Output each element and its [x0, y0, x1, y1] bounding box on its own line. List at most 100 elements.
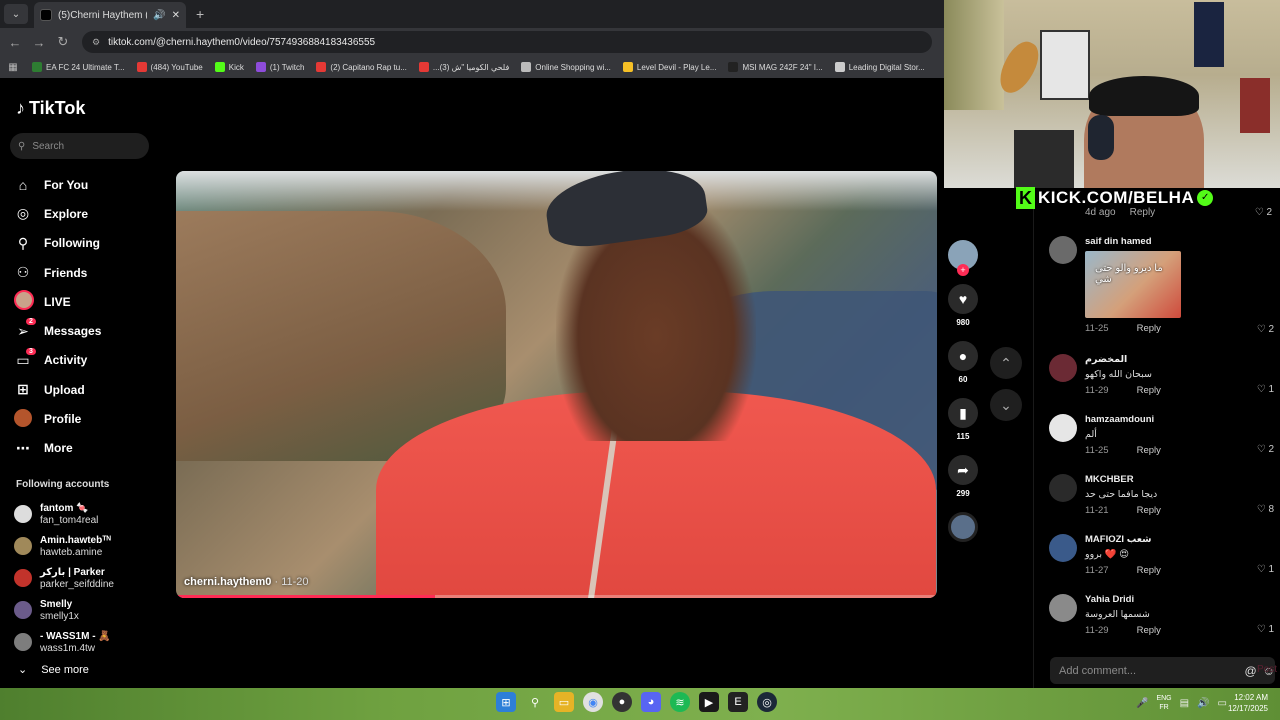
following-account[interactable]: - WASS1M - 🧸 wass1m.4tw [14, 626, 114, 658]
microphone-icon[interactable]: 🎤 [1136, 698, 1148, 709]
battery-icon[interactable]: ▭ [1218, 698, 1227, 709]
commenter-name[interactable]: saif din hamed [1085, 236, 1235, 247]
back-icon[interactable]: ← [6, 33, 24, 51]
reply-button[interactable]: Reply [1137, 445, 1161, 456]
nav-item-following[interactable]: ⚲ Following [14, 229, 101, 258]
nav-item-profile[interactable]: Profile [14, 404, 101, 433]
bookmark-item[interactable]: (1) Twitch [250, 62, 311, 72]
close-icon[interactable]: ✕ [172, 10, 180, 21]
commenter-name[interactable]: hamzaamdouni [1085, 414, 1235, 425]
comment-like-button[interactable]: ♡ 8 [1257, 504, 1274, 515]
add-comment-input[interactable]: Add comment... @ ☺ [1050, 657, 1275, 684]
heart-icon[interactable]: ♥ [948, 284, 978, 314]
volume-icon[interactable]: 🔊 [1197, 698, 1209, 709]
commenter-avatar[interactable] [1049, 414, 1077, 442]
following-account[interactable]: Amin.hawtebᵀᴺ hawteb.amine [14, 530, 114, 562]
nav-item-friends[interactable]: ⚇ Friends [14, 258, 101, 287]
bookmark-item[interactable]: EA FC 24 Ultimate T... [26, 62, 131, 72]
commenter-avatar[interactable] [1049, 354, 1077, 382]
search-input[interactable]: ⚲ Search [10, 133, 149, 159]
mention-icon[interactable]: @ [1245, 664, 1257, 678]
nav-item-messages[interactable]: ➢ 2 Messages [14, 316, 101, 345]
bookmark-item[interactable]: Level Devil - Play Le... [617, 62, 723, 72]
see-more-button[interactable]: ⌄ See more [18, 663, 89, 677]
reply-button[interactable]: Reply [1137, 505, 1161, 516]
bookmark-item[interactable]: ...فلحي الكوميا "ش (3) [413, 62, 515, 72]
commenter-avatar[interactable] [1049, 236, 1077, 264]
nav-item-upload[interactable]: ⊞ Upload [14, 375, 101, 404]
start-icon[interactable]: ⊞ [496, 692, 516, 712]
terminal-icon[interactable]: ▶ [699, 692, 719, 712]
author-avatar[interactable]: + [948, 240, 978, 276]
comment-like-button[interactable]: ♡ 1 [1257, 564, 1274, 575]
file-explorer-icon[interactable]: ▭ [554, 692, 574, 712]
next-video-button[interactable]: ⌄ [990, 389, 1022, 421]
steam-icon[interactable]: ◎ [757, 692, 777, 712]
new-tab-button[interactable]: + [196, 6, 204, 22]
save-action[interactable]: ▮ 115 [945, 398, 981, 441]
nav-item-live[interactable]: LIVE [14, 287, 101, 316]
apps-grid-icon[interactable]: ▦ [0, 62, 26, 73]
nav-item-more[interactable]: ⋯ More [14, 434, 101, 463]
comment-action[interactable]: ● 60 [945, 341, 981, 384]
browser-tab[interactable]: (5)Cherni Haythem (@cherni 🔊 ✕ [34, 2, 186, 28]
bookmark-item[interactable]: MSI MAG 242F 24" I... [722, 62, 828, 72]
speaker-icon[interactable]: 🔊 [153, 10, 165, 21]
discord-icon[interactable]: ◕ [641, 692, 661, 712]
chrome-icon[interactable]: ◉ [583, 692, 603, 712]
reload-icon[interactable]: ↻ [54, 33, 72, 51]
following-account[interactable]: Smelly smelly1x [14, 594, 114, 626]
url-field[interactable]: ⚙ tiktok.com/@cherni.haythem0/video/7574… [82, 31, 932, 53]
like-action[interactable]: ♥ 980 [945, 284, 981, 327]
video-author[interactable]: cherni.haythem0 [184, 576, 271, 588]
bookmark-item[interactable]: (2) Capitano Rap tu... [310, 62, 412, 72]
commenter-name[interactable]: Yahia Dridi [1085, 594, 1235, 605]
commenter-avatar[interactable] [1049, 474, 1077, 502]
forward-icon[interactable]: → [30, 33, 48, 51]
account-name: fantom 🍬 [40, 502, 89, 514]
tiktok-logo[interactable]: ♪ TikTok [16, 98, 85, 119]
comment-date: 11-27 [1085, 565, 1109, 576]
following-account[interactable]: باركر | Parker parker_seifddine [14, 562, 114, 594]
epic-games-icon[interactable]: E [728, 692, 748, 712]
previous-comment-likes[interactable]: ♡ 2 [1255, 207, 1272, 218]
bookmark-icon[interactable]: ▮ [948, 398, 978, 428]
search-icon[interactable]: ⚲ [525, 692, 545, 712]
bookmark-item[interactable]: Leading Digital Stor... [829, 62, 931, 72]
previous-video-button[interactable]: ⌃ [990, 347, 1022, 379]
commenter-name[interactable]: المخضرم [1085, 354, 1235, 365]
reply-button[interactable]: Reply [1137, 323, 1161, 334]
reply-button[interactable]: Reply [1137, 385, 1161, 396]
music-disc[interactable] [948, 512, 978, 542]
nav-item-explore[interactable]: ◎ Explore [14, 199, 101, 228]
bookmark-item[interactable]: Online Shopping wi... [515, 62, 617, 72]
clock[interactable]: 12:02 AM 12/17/2025 [1228, 692, 1268, 714]
comment-like-button[interactable]: ♡ 2 [1257, 324, 1274, 335]
commenter-avatar[interactable] [1049, 594, 1077, 622]
network-icon[interactable]: ▤ [1180, 698, 1189, 709]
commenter-avatar[interactable] [1049, 534, 1077, 562]
obs-icon[interactable]: ● [612, 692, 632, 712]
comment-icon[interactable]: ● [948, 341, 978, 371]
commenter-name[interactable]: MAFIOZI شعب [1085, 534, 1235, 545]
site-info-icon[interactable]: ⚙ [92, 37, 100, 48]
nav-item-activity[interactable]: ▭ 3 Activity [14, 346, 101, 375]
reply-button[interactable]: Reply [1137, 625, 1161, 636]
tab-search-button[interactable]: ⌄ [4, 4, 28, 24]
share-action[interactable]: ➦ 299 [945, 455, 981, 498]
share-icon[interactable]: ➦ [948, 455, 978, 485]
video-player[interactable]: cherni.haythem0 · 11-20 [176, 171, 937, 598]
reply-button[interactable]: Reply [1137, 565, 1161, 576]
bookmark-item[interactable]: (484) YouTube [131, 62, 209, 72]
follow-plus-icon[interactable]: + [957, 264, 969, 276]
comment-like-button[interactable]: ♡ 1 [1257, 624, 1274, 635]
following-account[interactable]: fantom 🍬 fan_tom4real [14, 498, 114, 530]
language-indicator[interactable]: ENG FR [1156, 694, 1171, 712]
bookmark-item[interactable]: Kick [209, 62, 250, 72]
commenter-name[interactable]: MKCHBER [1085, 474, 1235, 485]
post-button[interactable]: Post [1257, 664, 1277, 675]
comment-like-button[interactable]: ♡ 2 [1257, 444, 1274, 455]
nav-item-for-you[interactable]: ⌂ For You [14, 170, 101, 199]
comment-like-button[interactable]: ♡ 1 [1257, 384, 1274, 395]
spotify-icon[interactable]: ≋ [670, 692, 690, 712]
